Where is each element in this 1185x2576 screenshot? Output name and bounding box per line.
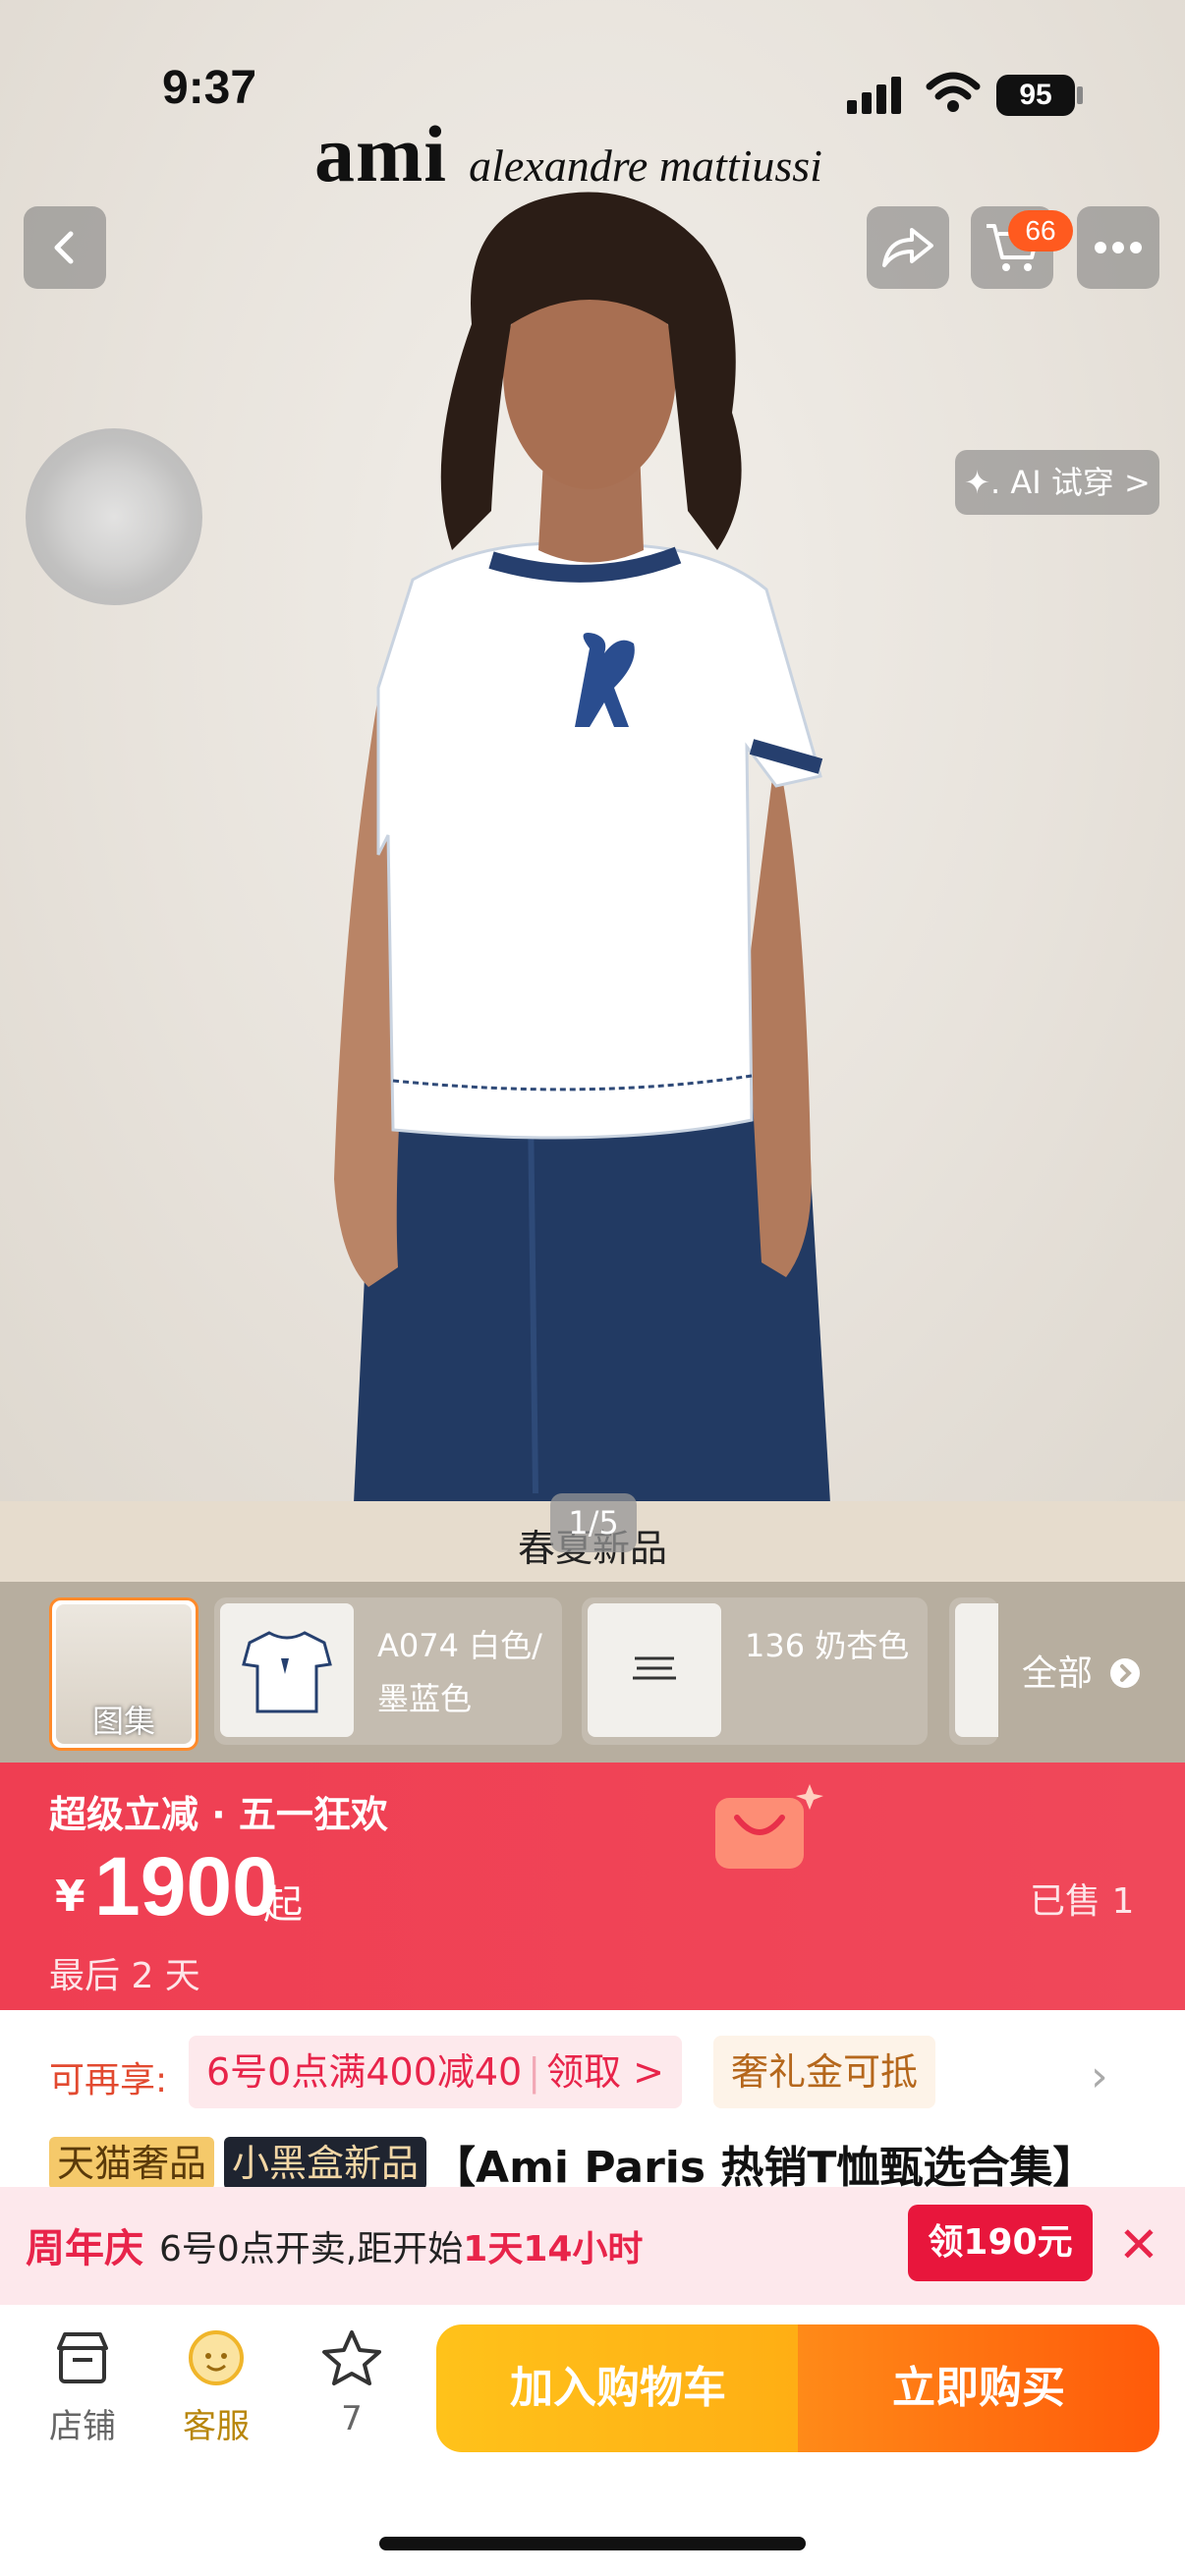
- variant-label: A074 白色/墨蓝色: [377, 1627, 542, 1717]
- favorite-count: 7: [341, 2399, 363, 2438]
- customer-service-icon: [189, 2330, 244, 2385]
- sold-count: 已售 1: [1030, 1881, 1135, 1922]
- store-icon: [57, 2332, 108, 2383]
- all-variants-link[interactable]: 全部: [1022, 1645, 1141, 1696]
- share-icon: [882, 228, 933, 267]
- share-button[interactable]: [867, 206, 949, 289]
- close-icon[interactable]: ✕: [1118, 2216, 1159, 2273]
- price-value: 1900: [94, 1840, 278, 1932]
- floating-assistive-button[interactable]: [26, 428, 202, 605]
- price-currency: ¥: [55, 1872, 85, 1922]
- chevron-right-icon[interactable]: ›: [1091, 2051, 1108, 2101]
- product-title: 【Ami Paris 热销T恤甄选合集】: [432, 2143, 1097, 2193]
- back-button[interactable]: [24, 206, 106, 289]
- gallery-card-label: 图集: [91, 1703, 155, 1740]
- coupon-claim[interactable]: 领取 >: [546, 2050, 664, 2094]
- wifi-icon: [926, 72, 981, 112]
- battery-indicator: 95: [996, 75, 1075, 116]
- ai-try-on-button[interactable]: ✦. AI 试穿 >: [955, 450, 1159, 515]
- blackbox-new-tag: 小黑盒新品: [224, 2137, 427, 2190]
- cart-count-badge: 66: [1008, 210, 1073, 252]
- store-label: 店铺: [49, 2407, 116, 2446]
- variant-card-partial[interactable]: [949, 1597, 998, 1745]
- tmall-luxury-tag: 天猫奢品: [49, 2137, 215, 2190]
- variant-card-cream[interactable]: 136 奶杏色: [582, 1597, 928, 1745]
- image-page-indicator: 1/5: [550, 1493, 637, 1552]
- favorite-button[interactable]: 7: [293, 2328, 411, 2438]
- coupon-text: 6号0点满400减40: [206, 2050, 523, 2094]
- more-button[interactable]: [1077, 206, 1159, 289]
- brand-name: alexandre mattiussi: [469, 140, 822, 191]
- product-title-row: 天猫奢品 小黑盒新品 【Ami Paris 热销T恤甄选合集】: [49, 2132, 1096, 2195]
- brand-logo: ami alexandre mattiussi: [314, 108, 822, 200]
- anniversary-text-prefix: 6号0点开卖,距开始: [159, 2229, 464, 2269]
- status-time: 9:37: [162, 62, 257, 114]
- variant-thumbnail: [588, 1603, 721, 1737]
- coupon-chip[interactable]: 6号0点满400减40 | 领取 >: [189, 2036, 682, 2108]
- star-icon: [322, 2330, 381, 2385]
- anniversary-countdown: 1天14小时: [463, 2229, 644, 2269]
- buy-now-button[interactable]: 立即购买: [798, 2324, 1159, 2452]
- variant-card-white-navy[interactable]: A074 白色/墨蓝色: [214, 1597, 562, 1745]
- store-button[interactable]: 店铺: [24, 2328, 141, 2447]
- all-variants-label: 全部: [1022, 1653, 1094, 1694]
- promo-countdown: 最后 2 天: [49, 1956, 200, 1996]
- brand-logo-mark: ami: [314, 109, 448, 198]
- anniversary-title: 周年庆: [26, 2226, 143, 2271]
- home-indicator[interactable]: [379, 2537, 806, 2550]
- variant-label: 136 奶杏色: [745, 1627, 910, 1664]
- tshirt-icon: [242, 1631, 332, 1713]
- add-to-cart-button[interactable]: 加入购物车: [436, 2324, 800, 2452]
- benefits-label: 可再享:: [49, 2060, 168, 2100]
- more-dots-icon: [1095, 242, 1142, 253]
- claim-coupon-button[interactable]: 领190元: [908, 2205, 1093, 2281]
- cellular-signal-icon: [847, 77, 901, 114]
- product-hero-image[interactable]: 9:37 95 ami alexandre mattiussi 66 ✦. AI …: [0, 0, 1185, 1503]
- promo-title: 超级立减 · 五一狂欢: [49, 1793, 388, 1836]
- price-suffix: 起: [263, 1882, 303, 1928]
- variant-selector: 图集 A074 白色/墨蓝色 136 奶杏色 全部: [0, 1582, 1185, 1763]
- variant-gallery-card[interactable]: 图集: [49, 1597, 198, 1751]
- battery-nub: [1077, 86, 1083, 104]
- anniversary-text: 6号0点开卖,距开始1天14小时: [159, 2220, 643, 2271]
- chevron-right-circle-icon: [1110, 1658, 1141, 1688]
- variant-thumbnail: [955, 1603, 998, 1737]
- shopping-bag-icon: [715, 1784, 823, 1869]
- coupon-separator: |: [528, 2050, 541, 2094]
- variant-thumbnail: [220, 1603, 354, 1737]
- customer-service-button[interactable]: 客服: [157, 2328, 275, 2447]
- customer-service-label: 客服: [183, 2407, 250, 2446]
- gift-card-chip[interactable]: 奢礼金可抵: [713, 2036, 936, 2108]
- tshirt-print-icon: [633, 1656, 676, 1680]
- chevron-left-icon: [54, 231, 74, 264]
